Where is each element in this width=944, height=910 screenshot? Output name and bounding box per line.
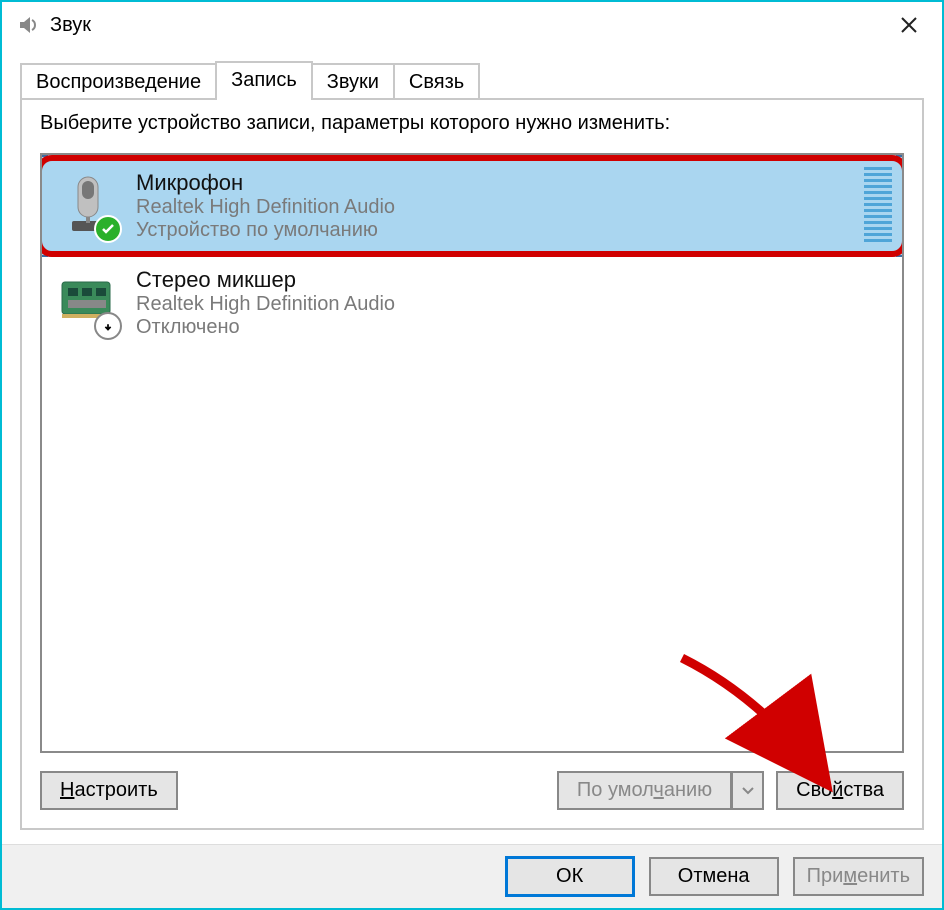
soundcard-icon [56, 268, 120, 338]
device-row[interactable]: Стерео микшер Realtek High Definition Au… [42, 257, 902, 349]
device-driver: Realtek High Definition Audio [136, 196, 854, 219]
sound-dialog: Звук Воспроизведение Запись Звуки Связь … [0, 0, 944, 910]
cancel-button[interactable]: Отмена [649, 857, 779, 896]
device-status: Устройство по умолчанию [136, 219, 854, 242]
sound-icon [16, 13, 40, 37]
tab-panel: Выберите устройство записи, параметры ко… [20, 98, 924, 830]
tab-recording[interactable]: Запись [215, 61, 313, 100]
tab-playback[interactable]: Воспроизведение [20, 63, 217, 100]
device-status: Отключено [136, 316, 892, 339]
default-button[interactable]: По умолчанию [557, 771, 732, 810]
device-info: Стерео микшер Realtek High Definition Au… [136, 267, 892, 339]
default-badge-icon [94, 215, 122, 243]
instruction-text: Выберите устройство записи, параметры ко… [40, 112, 904, 135]
properties-button[interactable]: Свойства [776, 771, 904, 810]
device-row[interactable]: Микрофон Realtek High Definition Audio У… [42, 155, 902, 257]
microphone-icon [56, 171, 120, 241]
device-driver: Realtek High Definition Audio [136, 293, 892, 316]
window-title: Звук [50, 14, 884, 37]
disabled-badge-icon [94, 312, 122, 340]
configure-button[interactable]: Настроить [40, 771, 178, 810]
device-name: Стерео микшер [136, 267, 892, 293]
ok-button[interactable]: ОК [505, 856, 635, 897]
chevron-down-icon[interactable] [732, 771, 764, 810]
dialog-content: Воспроизведение Запись Звуки Связь Выбер… [2, 48, 942, 844]
panel-footer: Настроить По умолчанию Свойства [40, 771, 904, 810]
tab-communications[interactable]: Связь [393, 63, 480, 100]
default-split-button[interactable]: По умолчанию [557, 771, 764, 810]
apply-button[interactable]: Применить [793, 857, 924, 896]
dialog-footer: ОК Отмена Применить [2, 844, 942, 908]
level-meter [864, 167, 892, 245]
titlebar: Звук [2, 2, 942, 48]
device-list[interactable]: Микрофон Realtek High Definition Audio У… [40, 153, 904, 753]
tab-sounds[interactable]: Звуки [311, 63, 395, 100]
tab-strip: Воспроизведение Запись Звуки Связь [20, 60, 924, 100]
close-button[interactable] [884, 2, 934, 48]
device-info: Микрофон Realtek High Definition Audio У… [136, 170, 854, 242]
device-name: Микрофон [136, 170, 854, 196]
